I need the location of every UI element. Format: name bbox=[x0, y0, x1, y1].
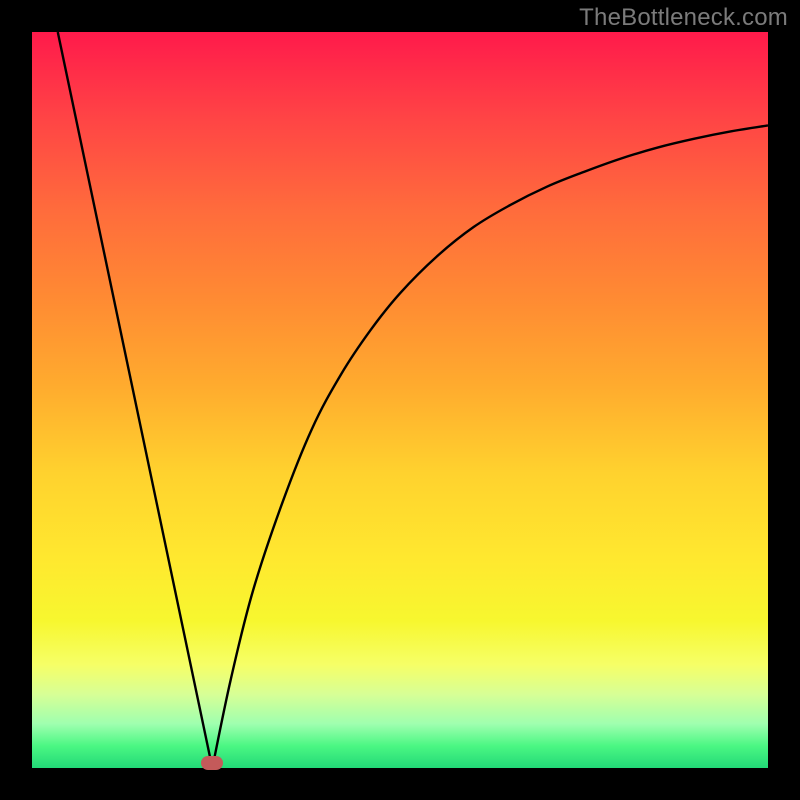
watermark-text: TheBottleneck.com bbox=[579, 4, 788, 32]
curve-left-branch bbox=[58, 32, 213, 768]
curve-layer bbox=[32, 32, 768, 768]
chart-frame: TheBottleneck.com bbox=[0, 0, 800, 800]
vertex-marker bbox=[201, 756, 223, 770]
curve-right-branch bbox=[212, 125, 768, 768]
plot-area bbox=[32, 32, 768, 768]
